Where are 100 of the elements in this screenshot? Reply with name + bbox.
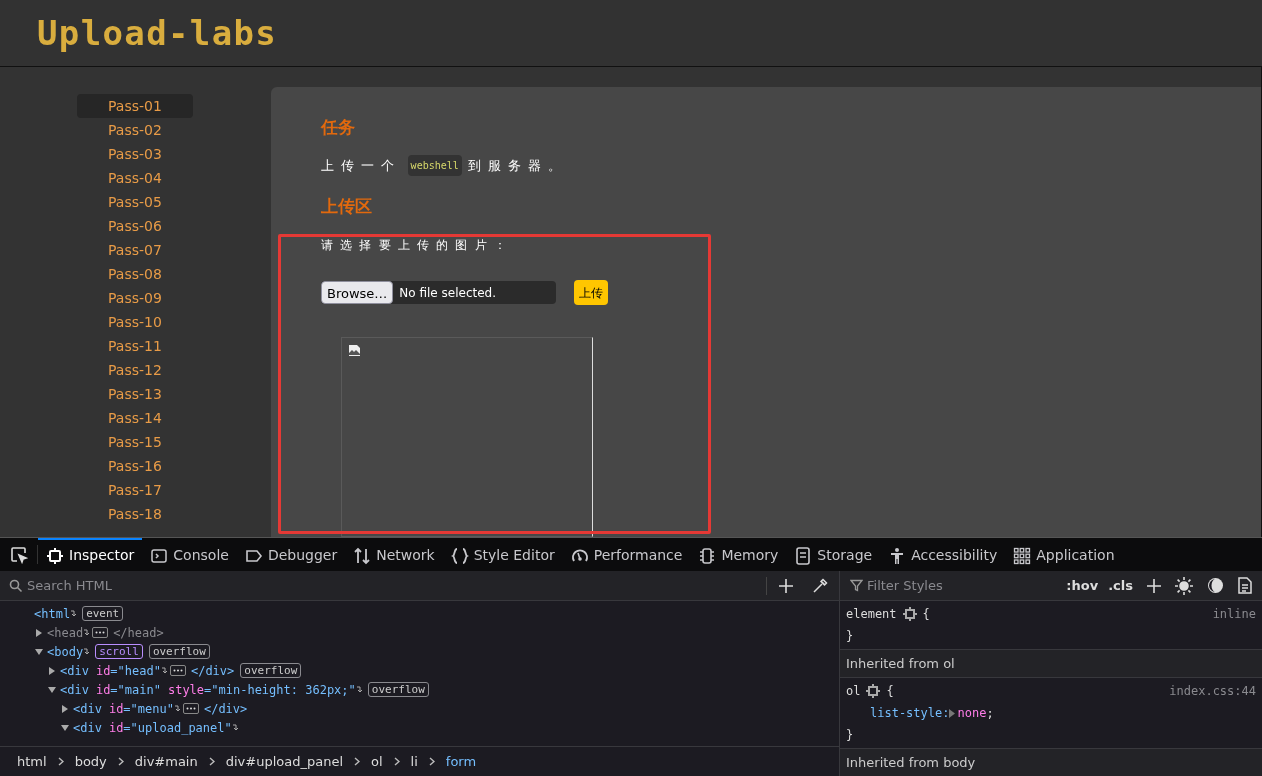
menu-item[interactable]: Pass-07 [77,238,193,262]
chevron-icon [117,757,124,766]
breadcrumb-item[interactable]: ol [371,751,383,772]
network-icon [353,546,372,565]
devtools-tab[interactable]: Network [345,538,443,571]
contrast-icon[interactable] [1207,577,1224,594]
menu-item[interactable]: Pass-01 [77,94,193,118]
menu-item[interactable]: Pass-05 [77,190,193,214]
menu-item[interactable]: Pass-09 [77,286,193,310]
add-icon[interactable] [779,578,793,593]
menu-item[interactable]: Pass-04 [77,166,193,190]
devtools-tab[interactable]: Performance [562,538,691,571]
document-icon[interactable] [1238,577,1252,594]
ellipsis-icon[interactable] [182,703,199,714]
menu-item[interactable]: Pass-06 [77,214,193,238]
toggle-button[interactable]: .cls [1108,575,1133,596]
memory-icon [698,546,717,565]
html-tag[interactable]: <div id="menu" [73,699,174,718]
section-heading: 任务 [321,116,356,139]
ellipsis-icon[interactable] [169,665,186,676]
chevron-icon [208,757,215,766]
devtools-tab[interactable]: Application [1005,538,1123,571]
menu-item[interactable]: Pass-12 [77,358,193,382]
whitespace-icon [355,684,362,695]
section-header: Inherited from body [846,753,976,772]
brace: { [886,683,894,700]
devtools-tab[interactable]: Debugger [236,538,346,571]
css-selector: element [846,606,897,623]
element-picker-icon[interactable] [9,545,28,564]
breadcrumb-item[interactable]: form [445,751,477,772]
semicolon: ; [986,705,994,722]
node-badge[interactable]: event [82,606,124,621]
html-tag[interactable]: <body [47,642,84,661]
node-badge[interactable]: overflow [367,682,429,697]
collapse-arrow-icon[interactable] [34,627,44,638]
breadcrumb-item[interactable]: div#main [134,751,198,772]
expand-arrow-icon[interactable] [60,722,70,733]
toggle-button[interactable]: :hov [1066,575,1099,596]
eyedropper-icon[interactable] [812,577,828,594]
html-tag[interactable]: <div id="main" style="min-height: 362px;" [60,680,356,699]
broken-image-icon [348,344,361,357]
devtools-tab[interactable]: Memory [690,538,787,571]
console-icon [150,546,169,565]
menu-item[interactable]: Pass-03 [77,142,193,166]
chevron-icon [57,757,64,766]
source-link[interactable]: index.css:44 [1169,682,1256,700]
search-bar[interactable]: Search HTML [0,571,839,601]
add-icon[interactable] [1147,578,1161,593]
collapse-arrow-icon[interactable] [60,703,70,714]
closing-tag: </div> [203,699,248,718]
css-property: list-style: [870,705,950,722]
css-value: none [957,705,987,722]
source-link[interactable]: inline [1212,605,1256,623]
node-highlight-icon[interactable] [866,684,881,698]
search-field[interactable]: Search HTML [27,575,727,596]
menu-item[interactable]: Pass-17 [77,478,193,502]
node-highlight-icon[interactable] [902,607,917,621]
menu-item[interactable]: Pass-11 [77,334,193,358]
html-tag[interactable]: <html [34,604,71,623]
breadcrumb-item[interactable]: div#upload_panel [225,751,343,772]
expand-arrow-icon[interactable] [34,646,44,657]
expand-arrow-icon[interactable] [949,708,956,718]
html-tag[interactable]: <head [47,623,84,642]
menu-item[interactable]: Pass-18 [77,502,193,526]
menu-item[interactable]: Pass-10 [77,310,193,334]
whitespace-icon [231,722,238,733]
breadcrumb-item[interactable]: body [74,751,107,772]
section-heading: 上传区 [321,195,373,218]
style-editor-icon [450,546,469,565]
menu-item[interactable]: Pass-08 [77,262,193,286]
node-badge[interactable]: scroll [95,644,143,659]
node-badge[interactable]: overflow [148,644,210,659]
filter-icon [850,579,863,592]
brace: { [922,606,930,623]
menu-item[interactable]: Pass-16 [77,454,193,478]
menu-item[interactable]: Pass-15 [77,430,193,454]
chevron-icon [393,757,400,766]
html-tag[interactable]: <div id="head" [60,661,161,680]
expand-arrow-icon[interactable] [47,684,57,695]
devtools-tab[interactable]: Style Editor [442,538,563,571]
menu-item[interactable]: Pass-14 [77,406,193,430]
devtools-tab[interactable]: Console [142,538,237,571]
menu-item[interactable]: Pass-13 [77,382,193,406]
devtools-tab[interactable]: Accessibility [880,538,1006,571]
filter-field[interactable]: Filter Styles [867,575,1017,596]
collapse-arrow-icon[interactable] [47,665,57,676]
closing-tag: </div> [190,661,235,680]
file-input[interactable]: Browse… No file selected. [321,281,556,304]
devtools-tab[interactable]: Storage [786,538,881,571]
breadcrumb-item[interactable]: html [17,751,47,772]
node-badge[interactable]: overflow [240,663,302,678]
storage-icon [794,546,813,565]
ellipsis-icon[interactable] [92,627,109,638]
inspector-icon [46,546,64,565]
breadcrumb-item[interactable]: li [410,751,418,772]
upload-button[interactable]: 上传 [574,280,608,305]
whitespace-icon [70,608,77,619]
light-theme-icon[interactable] [1175,576,1193,595]
menu-item[interactable]: Pass-02 [77,118,193,142]
html-tag[interactable]: <div id="upload_panel" [73,718,232,737]
